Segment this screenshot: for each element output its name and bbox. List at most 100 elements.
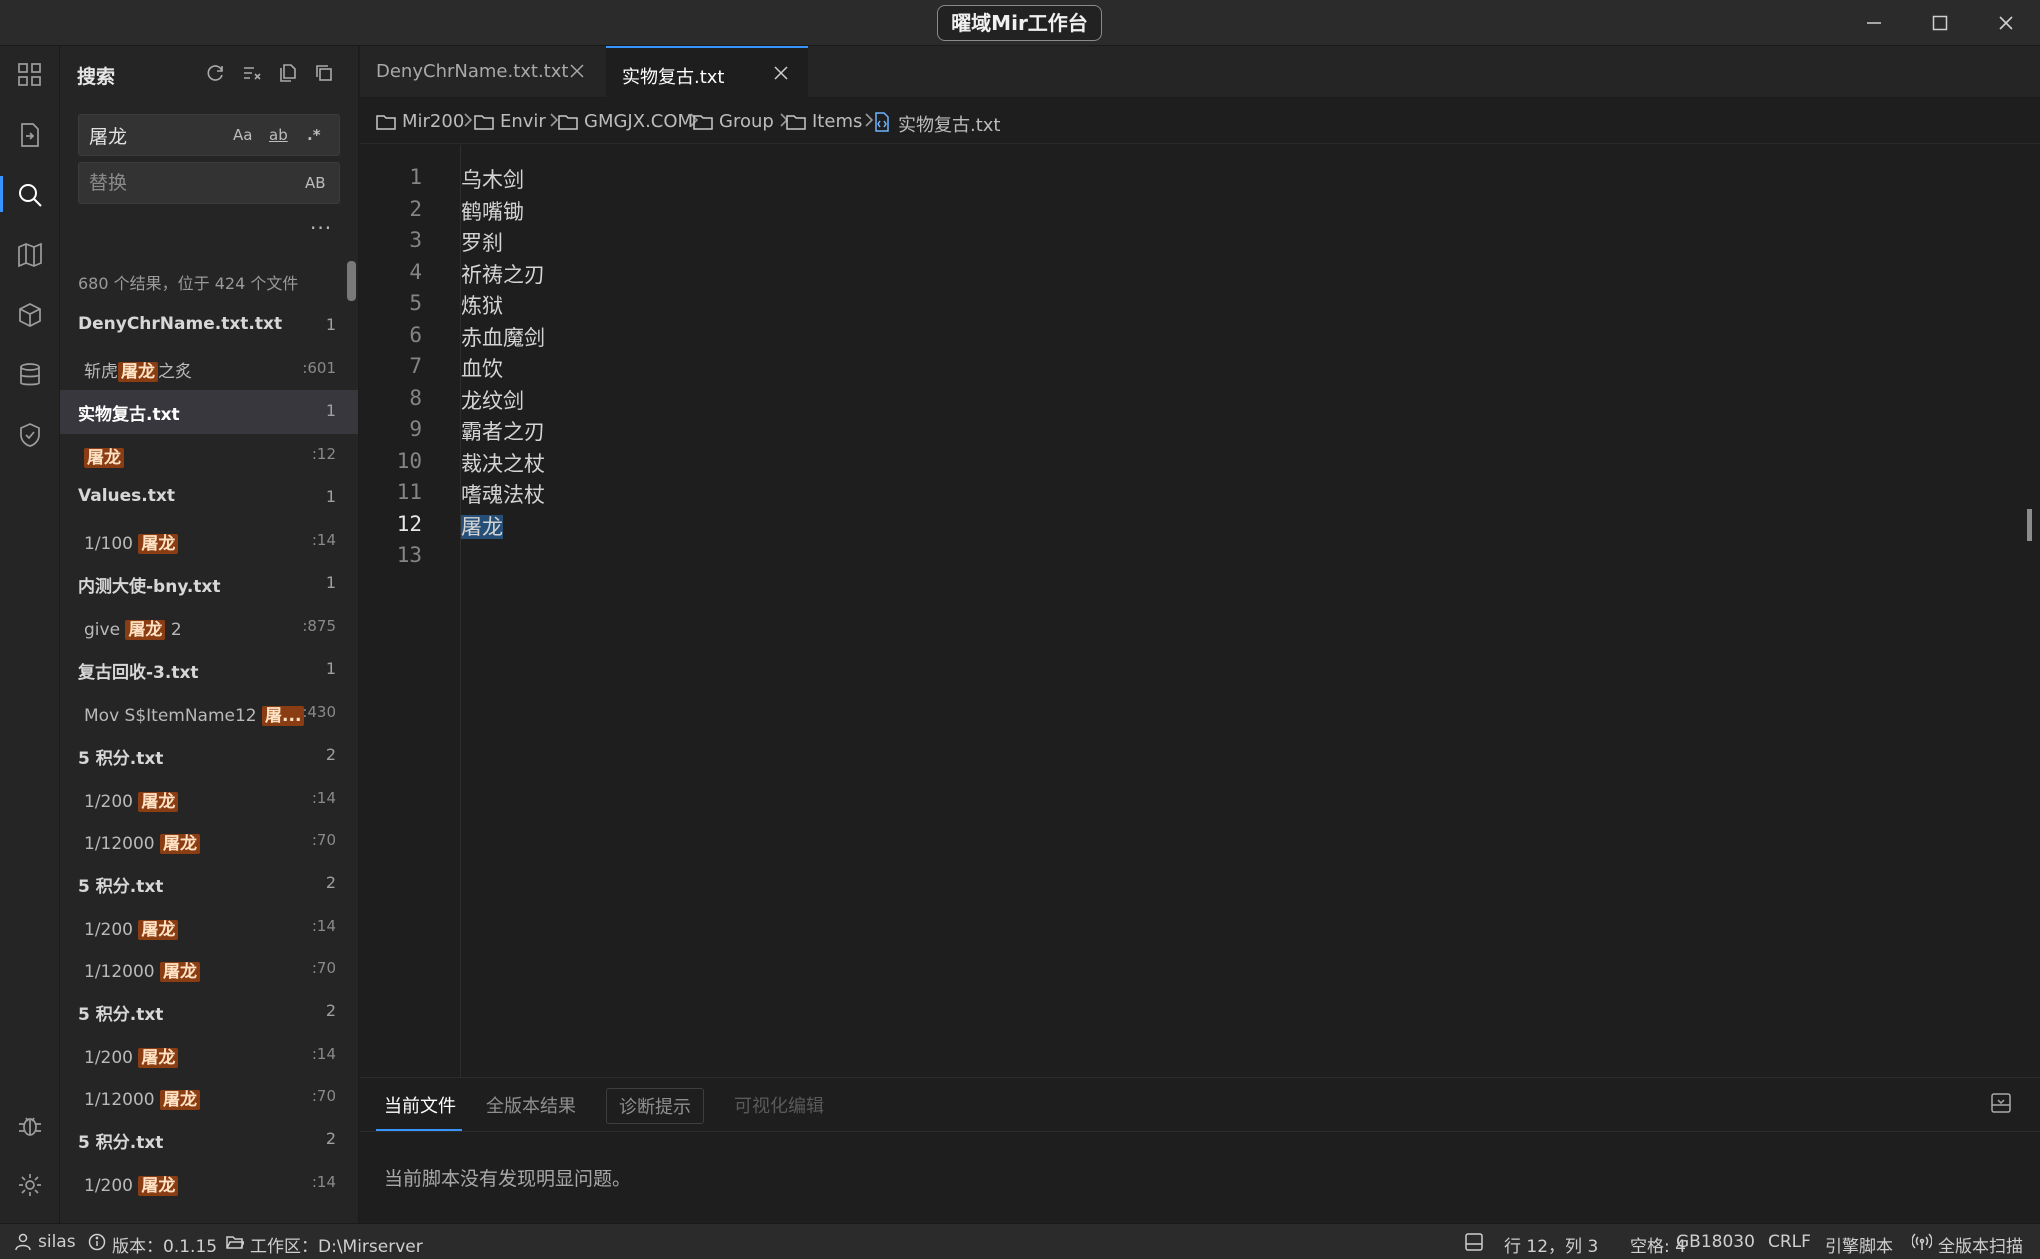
result-match-row[interactable]: 斩虎 屠龙 之炙:601: [60, 348, 358, 390]
status-version[interactable]: 版本：0.1.15: [88, 1232, 217, 1257]
refresh-button[interactable]: [203, 60, 229, 86]
result-match-row[interactable]: 1/100 屠龙:14: [60, 520, 358, 562]
code-line[interactable]: 屠龙: [461, 511, 503, 541]
status-language[interactable]: 引擎脚本: [1825, 1232, 1893, 1257]
match-text: give 屠龙 2: [84, 615, 182, 640]
code-line[interactable]: 乌木剑: [461, 164, 524, 194]
new-search-editor-button[interactable]: [275, 60, 301, 86]
result-file-row[interactable]: 5 积分.txt 2: [60, 734, 358, 778]
activity-settings[interactable]: [0, 1156, 60, 1212]
search-input[interactable]: [89, 121, 229, 149]
result-file-name: 5 积分.txt: [78, 749, 164, 769]
code-line[interactable]: 赤血魔剑: [461, 322, 545, 352]
match-line-number: :14: [311, 917, 336, 935]
result-file-row[interactable]: 5 积分.txt 2: [60, 862, 358, 906]
folder-open-icon: [226, 1236, 244, 1249]
result-file-row[interactable]: 5 积分.txt 2: [60, 1118, 358, 1162]
match-highlight: 屠龙: [138, 792, 179, 812]
activity-database[interactable]: [0, 346, 60, 402]
tab-close-button[interactable]: [566, 60, 588, 82]
status-encoding[interactable]: GB18030: [1676, 1232, 1755, 1252]
activity-map[interactable]: [0, 226, 60, 282]
match-case-toggle[interactable]: Aa: [233, 126, 252, 144]
replace-all-button[interactable]: AB: [305, 174, 326, 192]
match-prefix: Mov S$ItemName12: [84, 706, 263, 726]
result-match-row[interactable]: 1/200 屠龙:14: [60, 1162, 358, 1204]
activity-packages[interactable]: [0, 286, 60, 342]
code-line[interactable]: 霸者之刃: [461, 416, 545, 446]
result-match-row[interactable]: 1/200 屠龙:14: [60, 1034, 358, 1076]
search-field: Aa ab .*: [78, 114, 340, 156]
code-text: 裁决之杖: [461, 451, 545, 476]
result-file-row[interactable]: 5 积分.txt 2: [60, 990, 358, 1034]
code-line[interactable]: 炼狱: [461, 290, 503, 320]
code-text: 赤血魔剑: [461, 325, 545, 350]
result-match-row[interactable]: 1/200 屠龙:14: [60, 778, 358, 820]
info-icon: [88, 1233, 106, 1251]
sidebar-scrollbar[interactable]: [347, 261, 356, 301]
status-eol[interactable]: CRLF: [1768, 1232, 1811, 1252]
status-version-label: 版本：0.1.15: [112, 1237, 218, 1257]
status-workspace[interactable]: 工作区：D:\Mirserver: [226, 1232, 423, 1257]
panel-tab-diagnostics[interactable]: 诊断提示: [606, 1088, 704, 1124]
new-file-icon: [280, 64, 296, 82]
match-suffix: 之炙: [158, 362, 192, 382]
result-file-name: Values.txt: [78, 486, 175, 506]
activity-debug[interactable]: [0, 1096, 60, 1152]
result-match-row[interactable]: 屠龙:12: [60, 434, 358, 476]
activity-file-compare[interactable]: [0, 106, 60, 162]
regex-toggle[interactable]: .*: [307, 126, 321, 144]
refresh-icon: [207, 65, 223, 81]
result-count-badge: 1: [325, 659, 336, 678]
collapse-all-button[interactable]: [311, 60, 337, 86]
code-line[interactable]: 罗刹: [461, 227, 503, 257]
activity-explorer-grid[interactable]: [0, 46, 60, 102]
replace-input[interactable]: [89, 169, 229, 197]
code-line[interactable]: 鹤嘴锄: [461, 196, 524, 226]
layout-panel-icon: [1465, 1233, 1483, 1251]
folder-icon: [693, 115, 713, 130]
more-options-button[interactable]: ···: [310, 216, 332, 240]
code-editor[interactable]: 1 乌木剑 2 鹤嘴锄 3 罗刹 4 祈祷之刃 5 炼狱 6 赤血魔剑 7 血饮 8 龙纹剑 9 霸者之刃 10 裁决…: [360, 145, 2040, 1077]
status-user[interactable]: silas: [14, 1232, 76, 1252]
editor-scroll-indicator[interactable]: [2027, 509, 2032, 541]
result-file-row[interactable]: DenyChrName.txt.txt 1: [60, 304, 358, 348]
minimize-button[interactable]: [1842, 0, 1906, 46]
panel-toggle-button[interactable]: [1990, 1092, 2016, 1118]
code-line[interactable]: 祈祷之刃: [461, 259, 545, 289]
activity-search[interactable]: [0, 166, 60, 222]
result-match-row[interactable]: give 屠龙 2:875: [60, 606, 358, 648]
title-bar: 曜域Mir工作台: [0, 0, 2040, 46]
panel-tab-visual-edit[interactable]: 可视化编辑: [734, 1092, 824, 1118]
activity-shield[interactable]: [0, 406, 60, 462]
search-sidebar: 搜索 Aa ab .* AB ··· 680 个结果，位于 424 个文件 De…: [60, 46, 359, 1223]
tab-denychrname[interactable]: DenyChrName.txt.txt: [360, 46, 605, 98]
match-word-toggle[interactable]: ab: [269, 126, 288, 144]
map-icon: [18, 242, 42, 268]
match-prefix: 斩虎: [84, 362, 118, 382]
tab-close-button[interactable]: [770, 62, 792, 84]
result-match-row[interactable]: 1/12000 屠龙:70: [60, 820, 358, 862]
result-match-row[interactable]: 1/12000 屠龙:70: [60, 948, 358, 990]
status-cursor-position[interactable]: 行 12，列 3: [1504, 1232, 1598, 1257]
line-number: 3: [409, 228, 422, 252]
chevron-right-icon: [462, 111, 474, 133]
result-file-row[interactable]: 实物复古.txt 1: [60, 390, 358, 434]
panel-tab-all-versions[interactable]: 全版本结果: [486, 1092, 576, 1118]
result-match-row[interactable]: 1/200 屠龙:14: [60, 906, 358, 948]
tab-shiwufugu[interactable]: 实物复古.txt: [606, 46, 808, 98]
result-match-row[interactable]: Mov S$ItemName12 屠...:430: [60, 692, 358, 734]
result-file-row[interactable]: Values.txt 1: [60, 476, 358, 520]
code-line[interactable]: 嗜魂法杖: [461, 479, 545, 509]
status-scan[interactable]: 全版本扫描: [1912, 1232, 2023, 1257]
code-line[interactable]: 龙纹剑: [461, 385, 524, 415]
result-match-row[interactable]: 1/12000 屠龙:70: [60, 1076, 358, 1118]
clear-results-button[interactable]: [239, 60, 265, 86]
code-line[interactable]: 血饮: [461, 353, 503, 383]
result-file-row[interactable]: 内测大使-bny.txt 1: [60, 562, 358, 606]
close-window-button[interactable]: [1974, 0, 2038, 46]
maximize-button[interactable]: [1908, 0, 1972, 46]
result-file-row[interactable]: 复古回收-3.txt 1: [60, 648, 358, 692]
panel-tab-current-file[interactable]: 当前文件: [384, 1092, 456, 1118]
code-line[interactable]: 裁决之杖: [461, 448, 545, 478]
